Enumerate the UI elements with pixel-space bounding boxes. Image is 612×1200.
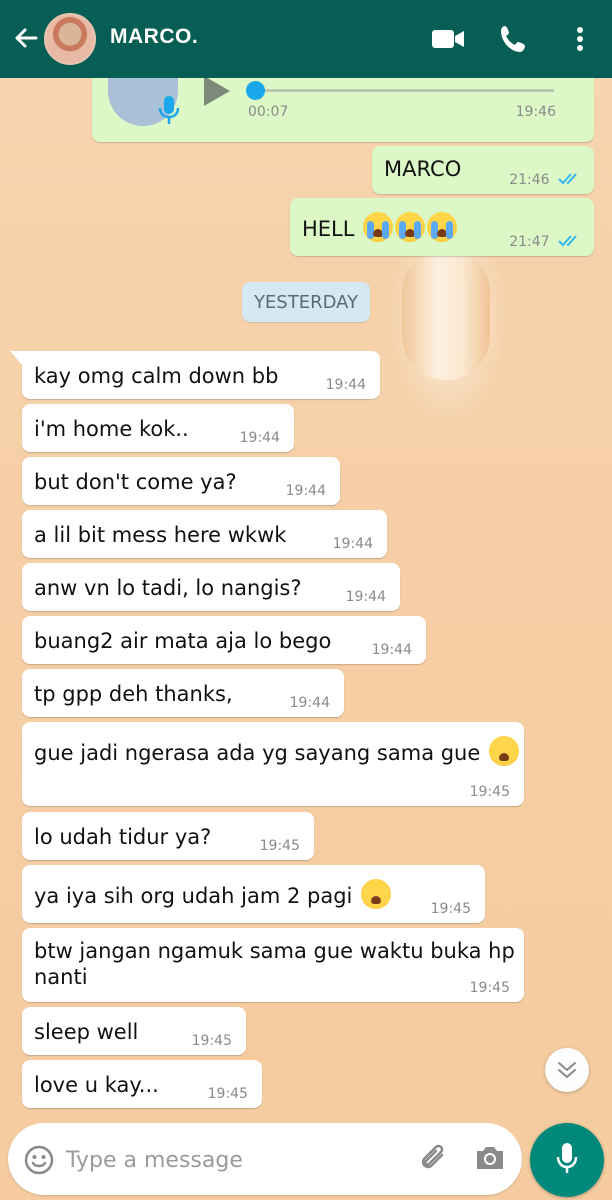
chat-header: MARCO.	[0, 0, 612, 78]
message-time: 19:44	[332, 536, 373, 552]
crying-emoji-icon	[427, 212, 458, 242]
voice-note-seek-handle[interactable]	[246, 81, 265, 100]
message-text: anw vn lo tadi, lo nangis?	[34, 576, 302, 600]
more-vert-icon[interactable]	[562, 22, 598, 56]
message-text: love u kay...	[34, 1073, 159, 1097]
message-text-row: gue jadi ngerasa ada yg sayang sama gue	[34, 736, 519, 767]
incoming-message[interactable]: sleep well 19:45	[22, 1007, 246, 1055]
incoming-message[interactable]: buang2 air mata aja lo bego 19:44	[22, 616, 426, 664]
camera-icon[interactable]	[474, 1143, 506, 1173]
message-input[interactable]	[66, 1143, 396, 1177]
arrow-left-icon[interactable]	[12, 24, 40, 52]
message-time: 21:47	[509, 234, 580, 250]
message-text: a lil bit mess here wkwk	[34, 523, 287, 547]
outgoing-message[interactable]: HELL 21:47	[290, 198, 594, 256]
message-time: 19:45	[469, 980, 510, 996]
crying-emoji-icon	[395, 212, 426, 242]
message-text-row: ya iya sih org udah jam 2 pagi	[34, 879, 392, 910]
voice-note-duration: 00:07	[248, 104, 289, 120]
message-time: 21:46	[509, 172, 580, 188]
contact-name[interactable]: MARCO.	[110, 25, 198, 49]
message-timestamp: 21:46	[509, 172, 550, 188]
incoming-message[interactable]: lo udah tidur ya? 19:45	[22, 812, 314, 860]
incoming-message[interactable]: a lil bit mess here wkwk 19:44	[22, 510, 387, 558]
voice-note-time: 19:46	[515, 104, 556, 120]
chevron-double-down-icon	[558, 1062, 576, 1078]
message-text: but don't come ya?	[34, 470, 237, 494]
microphone-icon	[158, 96, 180, 124]
message-text: kay omg calm down bb	[34, 364, 279, 388]
paperclip-icon[interactable]	[416, 1141, 452, 1177]
double-check-icon	[558, 173, 577, 185]
message-text: tp gpp deh thanks,	[34, 682, 233, 706]
crying-emoji-icon	[363, 212, 394, 242]
incoming-message[interactable]: btw jangan ngamuk sama gue waktu buka hp…	[22, 928, 524, 1002]
scroll-to-bottom-button[interactable]	[545, 1048, 589, 1092]
message-composer	[8, 1123, 522, 1195]
message-time: 19:45	[207, 1086, 248, 1102]
message-time: 19:44	[345, 589, 386, 605]
message-text-row: HELL	[302, 212, 458, 243]
wallpaper-drip	[402, 250, 490, 380]
message-text: sleep well	[34, 1020, 139, 1044]
tears-of-joy-emoji-icon	[488, 736, 519, 766]
microphone-icon	[556, 1143, 578, 1173]
incoming-message[interactable]: but don't come ya? 19:44	[22, 457, 340, 505]
message-time: 19:44	[325, 377, 366, 393]
message-text: HELL	[302, 217, 355, 241]
voice-record-button[interactable]	[530, 1123, 604, 1197]
message-time: 19:45	[430, 901, 471, 917]
play-icon[interactable]	[204, 76, 230, 106]
video-camera-icon[interactable]	[430, 22, 466, 56]
incoming-message[interactable]: love u kay... 19:45	[22, 1060, 262, 1108]
incoming-message[interactable]: tp gpp deh thanks, 19:44	[22, 669, 344, 717]
message-time: 19:45	[469, 784, 510, 800]
bubble-tail	[10, 351, 22, 365]
message-time: 19:44	[371, 642, 412, 658]
contact-avatar[interactable]	[44, 13, 96, 65]
message-text: lo udah tidur ya?	[34, 825, 212, 849]
double-check-icon	[558, 235, 577, 247]
message-text: MARCO	[384, 157, 462, 181]
incoming-message[interactable]: kay omg calm down bb 19:44	[10, 351, 380, 399]
message-text: btw jangan ngamuk sama gue waktu buka hp	[34, 939, 515, 963]
incoming-message[interactable]: anw vn lo tadi, lo nangis? 19:44	[22, 563, 400, 611]
message-text: ya iya sih org udah jam 2 pagi	[34, 884, 353, 908]
incoming-message[interactable]: i'm home kok.. 19:44	[22, 404, 294, 452]
date-separator: YESTERDAY	[242, 282, 370, 322]
message-text: nanti	[34, 965, 88, 989]
incoming-message[interactable]: ya iya sih org udah jam 2 pagi 19:45	[22, 865, 485, 923]
message-time: 19:44	[285, 483, 326, 499]
smiley-icon[interactable]	[24, 1145, 54, 1175]
message-text: i'm home kok..	[34, 417, 189, 441]
message-time: 19:44	[289, 695, 330, 711]
message-text: gue jadi ngerasa ada yg sayang sama gue	[34, 741, 481, 765]
message-timestamp: 21:47	[509, 234, 550, 250]
grinning-squinting-emoji-icon	[361, 879, 392, 909]
phone-icon[interactable]	[497, 22, 533, 56]
incoming-message[interactable]: gue jadi ngerasa ada yg sayang sama gue …	[22, 722, 524, 806]
message-time: 19:45	[259, 838, 300, 854]
voice-note-progress[interactable]	[256, 89, 554, 92]
message-text: buang2 air mata aja lo bego	[34, 629, 332, 653]
outgoing-message[interactable]: MARCO 21:46	[372, 146, 594, 194]
message-time: 19:45	[191, 1033, 232, 1049]
message-time: 19:44	[239, 430, 280, 446]
